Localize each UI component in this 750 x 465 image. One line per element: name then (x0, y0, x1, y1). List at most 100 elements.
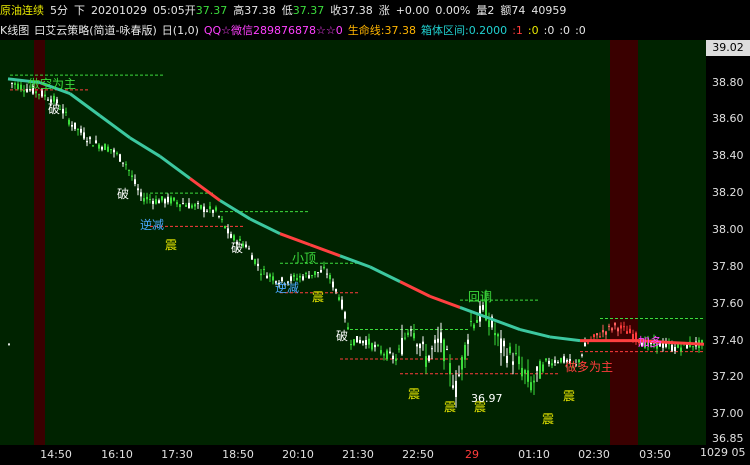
lifeline-value: 37.38 (384, 23, 416, 37)
candle-body (458, 374, 460, 376)
candle-body (611, 328, 613, 331)
candle-body (158, 200, 160, 204)
candle-body (338, 297, 340, 300)
candle-body (500, 338, 502, 353)
price-tick: 37.20 (712, 370, 744, 384)
signal-band-right (610, 40, 638, 445)
candle-body (560, 357, 562, 363)
candle-body (170, 197, 172, 204)
price-tick: 38.00 (712, 223, 744, 237)
price-axis-top: 39.02 (706, 40, 750, 56)
candle-body (299, 275, 301, 278)
candle-body (623, 326, 625, 328)
candle-body (266, 275, 268, 279)
candle-body (593, 334, 595, 338)
candle-body (437, 338, 439, 343)
annotation-huidiao: 回调 (468, 290, 492, 304)
candle-body (617, 328, 619, 332)
strategy-name[interactable]: 曰艾云策略(简道-咏春版) (34, 22, 157, 38)
high-label: 高 (233, 4, 245, 17)
candle-body (524, 370, 526, 374)
time-tick: 02:30 (578, 448, 610, 461)
candle-body (251, 255, 253, 260)
candle-body (677, 343, 679, 348)
price-axis[interactable]: 39.02 38.80 38.60 38.40 38.20 38.00 37.80 37.6… (706, 40, 750, 445)
candle-body (245, 244, 247, 248)
candle-body (161, 196, 163, 201)
candle-body (212, 210, 214, 213)
lifeline-label: 生命线: (347, 24, 385, 37)
candle-body (113, 149, 115, 153)
candle-body (191, 205, 193, 208)
candle-body (386, 350, 388, 360)
candle-body (92, 145, 94, 147)
candle-body (47, 99, 49, 101)
candle-body (311, 274, 313, 277)
candle-body (185, 205, 187, 207)
open-value: 37.37 (195, 3, 228, 17)
candle-body (488, 320, 490, 328)
time-tick: 29 (465, 448, 479, 461)
indicator-bar: K线图 曰艾云策略(简道-咏春版) 日(1,0) QQ☆微信289876878☆… (0, 20, 750, 40)
price-tick: 38.80 (712, 75, 744, 89)
candle-body (320, 269, 322, 273)
candle-body (122, 162, 124, 164)
price-tick: 37.80 (712, 259, 744, 273)
signal-band-left (34, 40, 45, 445)
price-tick: 38.20 (712, 186, 744, 200)
candle-body (383, 354, 385, 356)
candle-body (152, 200, 154, 204)
candle-body (20, 84, 22, 90)
candle-body (692, 346, 694, 348)
signal-2: :0 (527, 23, 539, 37)
candle-body (545, 358, 547, 361)
candle-body (188, 202, 190, 209)
candle-body (443, 339, 445, 362)
time-axis[interactable]: 14:50 16:10 17:30 18:50 20:10 21:30 22:50 29 01:… (0, 445, 706, 465)
candle-body (395, 358, 397, 361)
candle-body (596, 333, 598, 336)
candle-body (269, 274, 271, 277)
candle-body (11, 82, 13, 84)
candle-body (203, 206, 205, 213)
symbol-name[interactable]: 原油连续 (0, 2, 44, 18)
box-label: 箱体区间: (420, 24, 469, 37)
candle-body (167, 196, 169, 203)
candle-body (416, 344, 418, 347)
candle-body (632, 334, 634, 340)
time-tick: 03:50 (639, 448, 671, 461)
period-label[interactable]: 5分 (50, 2, 68, 18)
candle-body (125, 164, 127, 166)
candle-body (419, 344, 421, 349)
candle-body (401, 337, 403, 355)
candle-body (17, 83, 19, 90)
candle-body (176, 202, 178, 205)
candle-body (605, 331, 607, 335)
time-tick: 20:10 (282, 448, 314, 461)
candle-body (83, 132, 85, 139)
candle-body (86, 141, 88, 143)
annotation-zhen-6: 震 (542, 412, 554, 426)
candlestick-chart[interactable]: 破 破 破 破 逆减 逆减 震 震 震 震 震 震 震 小顶 回调 做多为主 做… (0, 40, 706, 445)
candle-body (671, 344, 673, 351)
open-interest: 40959 (531, 3, 567, 17)
candle-body (206, 210, 208, 212)
chart-canvas[interactable]: 破 破 破 破 逆减 逆减 震 震 震 震 震 震 震 小顶 回调 做多为主 做… (0, 40, 706, 445)
candle-body (374, 344, 376, 348)
candle-body (608, 325, 610, 327)
candle-body (182, 202, 184, 204)
candle-body (104, 144, 106, 151)
quote-bar: 原油连续 5分 下 20201029 05:05 开 37.37 高 37.38… (0, 0, 750, 20)
chart-kind[interactable]: K线图 (0, 22, 29, 38)
candle-body (137, 188, 139, 191)
candle-body (521, 367, 523, 377)
candle-body (143, 198, 145, 202)
candle-body (119, 154, 121, 162)
candle-body (404, 337, 406, 339)
candle-body (674, 346, 676, 352)
candle-body (434, 339, 436, 344)
candle-body (686, 344, 688, 349)
candle-body (389, 351, 391, 354)
signal-4: :0 (559, 23, 571, 37)
candle-body (440, 332, 442, 343)
